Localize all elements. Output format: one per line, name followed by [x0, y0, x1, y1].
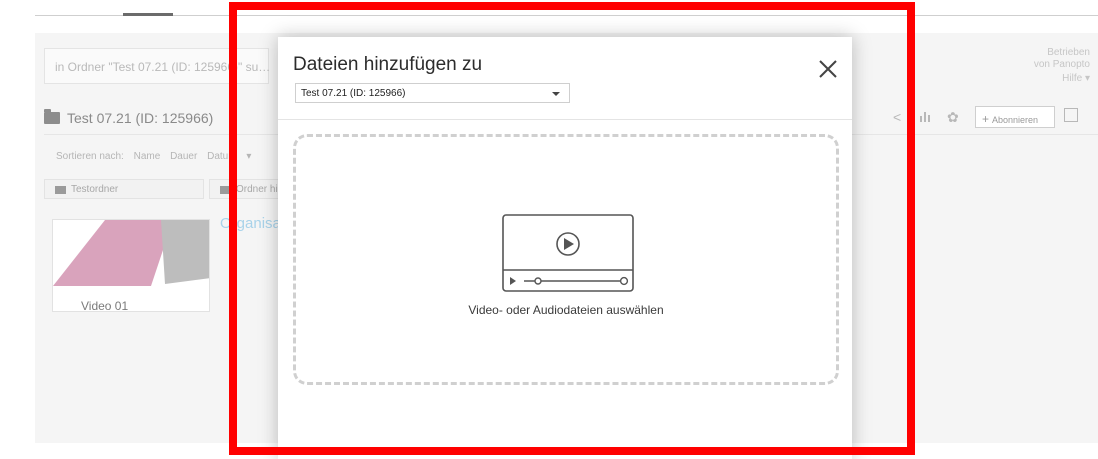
video-title-link[interactable]: Organisa	[220, 215, 281, 232]
selected-folder-value: Test 07.21 (ID: 125966)	[301, 88, 406, 99]
folder-title: Test 07.21 (ID: 125966)	[44, 109, 213, 126]
chevron-down-icon	[552, 92, 560, 96]
sort-label: Sortieren nach:	[56, 151, 124, 162]
folder-icon	[220, 186, 231, 194]
video-thumbnail[interactable]	[52, 219, 210, 312]
video-label: Video 01	[81, 299, 129, 313]
help-menu[interactable]: Hilfe ▾	[1062, 73, 1090, 84]
gear-icon[interactable]: ✿	[947, 109, 959, 126]
powered-by-text: Betrieben von Panopto	[1033, 47, 1090, 70]
folder-search-input[interactable]: in Ordner "Test 07.21 (ID: 125966)" su…	[44, 48, 271, 84]
dialog-title: Dateien hinzufügen zu	[293, 54, 483, 75]
video-player-icon	[502, 214, 634, 292]
share-icon[interactable]: <	[893, 109, 901, 125]
folder-icon	[44, 109, 60, 124]
folder-icon	[55, 186, 66, 194]
close-button[interactable]	[816, 57, 840, 81]
add-files-dialog: Dateien hinzufügen zu Test 07.21 (ID: 12…	[278, 37, 852, 459]
drop-zone-label: Video- oder Audiodateien auswählen	[468, 303, 664, 317]
external-link-icon[interactable]	[1064, 108, 1078, 122]
subfolder-ordner[interactable]: Ordner hi	[209, 179, 284, 199]
thumbnail-image	[53, 220, 209, 311]
close-icon	[819, 60, 837, 78]
sort-bar: Sortieren nach: Name Dauer Datum ▾	[56, 151, 258, 162]
subfolder-testordner[interactable]: Testordner	[44, 179, 204, 199]
file-drop-zone[interactable]: Video- oder Audiodateien auswählen	[293, 134, 839, 385]
top-nav-line	[35, 15, 1098, 16]
sort-option-name[interactable]: Name	[134, 151, 161, 162]
sort-option-date[interactable]: Datum ▾	[207, 151, 251, 162]
dialog-divider	[278, 119, 852, 120]
sort-option-duration[interactable]: Dauer	[170, 151, 197, 162]
search-placeholder: in Ordner "Test 07.21 (ID: 125966)" su…	[55, 60, 271, 74]
subscribe-button[interactable]: + Abonnieren	[975, 106, 1055, 128]
top-nav-active-indicator	[123, 13, 173, 16]
target-folder-select[interactable]: Test 07.21 (ID: 125966)	[295, 83, 570, 103]
bar-chart-icon[interactable]	[919, 109, 933, 126]
